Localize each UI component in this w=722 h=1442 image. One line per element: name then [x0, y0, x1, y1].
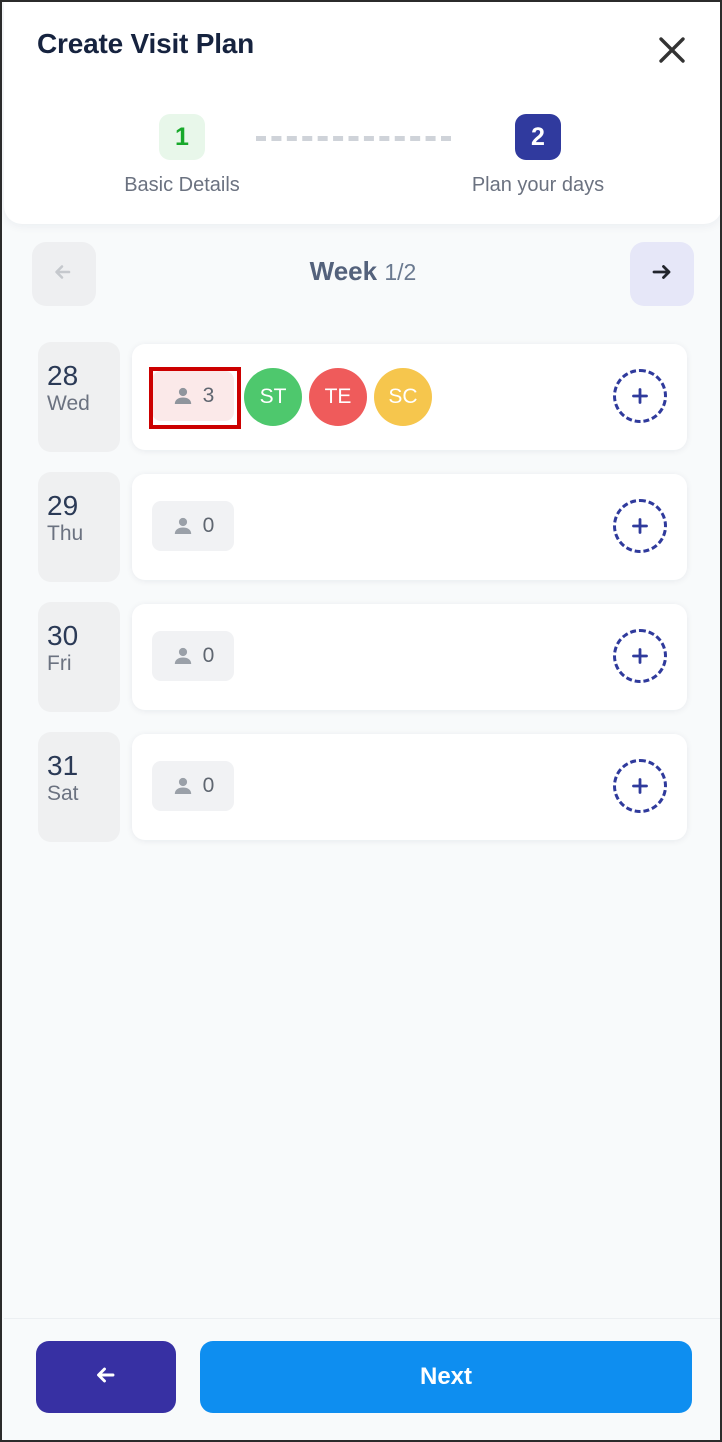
day-card: 0 [132, 734, 687, 840]
date-cell[interactable]: 29 Thu [38, 472, 120, 582]
footer-actions: Next [4, 1318, 720, 1438]
create-visit-plan-screen: Create Visit Plan 1 Basic Details 2 Plan… [0, 0, 722, 1442]
step-basic-details[interactable]: 1 Basic Details [62, 114, 302, 197]
add-visit-button[interactable] [613, 499, 667, 553]
person-icon [172, 645, 194, 667]
step-label: Plan your days [471, 174, 605, 196]
add-visit-button[interactable] [613, 759, 667, 813]
add-plus-icon [628, 514, 652, 538]
avatar-group: ST TE SC [244, 368, 432, 426]
day-card: 3 ST TE SC [132, 344, 687, 450]
person-icon [172, 385, 194, 407]
person-count-chip[interactable]: 0 [152, 631, 234, 681]
person-count-value: 0 [202, 514, 215, 537]
date-weekday: Wed [47, 392, 90, 416]
avatar-initials: SC [388, 385, 418, 408]
person-count-value: 0 [202, 644, 215, 667]
arrow-left-icon [89, 1358, 123, 1397]
step-plan-your-days[interactable]: 2 Plan your days [418, 114, 658, 197]
back-button[interactable] [36, 1341, 176, 1413]
date-number: 31 [47, 750, 79, 781]
step-number-badge: 1 [159, 114, 205, 160]
step-label: Basic Details [124, 174, 240, 196]
week-navigation: Week 1/2 [2, 242, 720, 308]
date-cell[interactable]: 30 Fri [38, 602, 120, 712]
add-plus-icon [628, 384, 652, 408]
date-number: 30 [47, 620, 79, 651]
step-number-badge: 2 [515, 114, 561, 160]
next-week-button[interactable] [630, 242, 694, 306]
day-row: 30 Fri 0 [2, 602, 720, 712]
avatar[interactable]: SC [374, 368, 432, 426]
day-row: 31 Sat 0 [2, 732, 720, 842]
date-cell[interactable]: 28 Wed [38, 342, 120, 452]
person-count-chip[interactable]: 0 [152, 501, 234, 551]
person-count-value: 0 [202, 774, 215, 797]
avatar-initials: TE [324, 385, 352, 408]
week-label: Week [309, 256, 378, 286]
add-visit-button[interactable] [613, 629, 667, 683]
arrow-right-icon [647, 257, 677, 292]
person-icon [172, 775, 194, 797]
week-title: Week 1/2 [2, 256, 720, 287]
date-cell[interactable]: 31 Sat [38, 732, 120, 842]
week-fraction: 1/2 [384, 259, 417, 285]
add-plus-icon [628, 644, 652, 668]
day-card: 0 [132, 474, 687, 580]
close-icon[interactable] [650, 28, 694, 72]
person-count-value: 3 [202, 384, 215, 407]
page-title: Create Visit Plan [37, 28, 255, 59]
avatar[interactable]: ST [244, 368, 302, 426]
date-number: 29 [47, 490, 79, 521]
date-weekday: Sat [47, 782, 79, 806]
add-visit-button[interactable] [613, 369, 667, 423]
date-number: 28 [47, 360, 79, 391]
next-button-label: Next [419, 1363, 473, 1390]
day-card: 0 [132, 604, 687, 710]
modal-header: Create Visit Plan 1 Basic Details 2 Plan… [4, 2, 720, 224]
day-list: 28 Wed 3 ST TE SC 29 Thu 0 30 Fri 0 31 S… [2, 342, 720, 862]
add-plus-icon [628, 774, 652, 798]
person-icon [172, 515, 194, 537]
stepper: 1 Basic Details 2 Plan your days [4, 114, 720, 214]
avatar-initials: ST [259, 385, 287, 408]
day-row: 28 Wed 3 ST TE SC [2, 342, 720, 452]
day-row: 29 Thu 0 [2, 472, 720, 582]
person-count-chip[interactable]: 3 [152, 371, 234, 421]
person-count-chip[interactable]: 0 [152, 761, 234, 811]
date-weekday: Fri [47, 652, 72, 676]
date-weekday: Thu [47, 522, 84, 546]
next-button[interactable]: Next [200, 1341, 692, 1413]
avatar[interactable]: TE [309, 368, 367, 426]
